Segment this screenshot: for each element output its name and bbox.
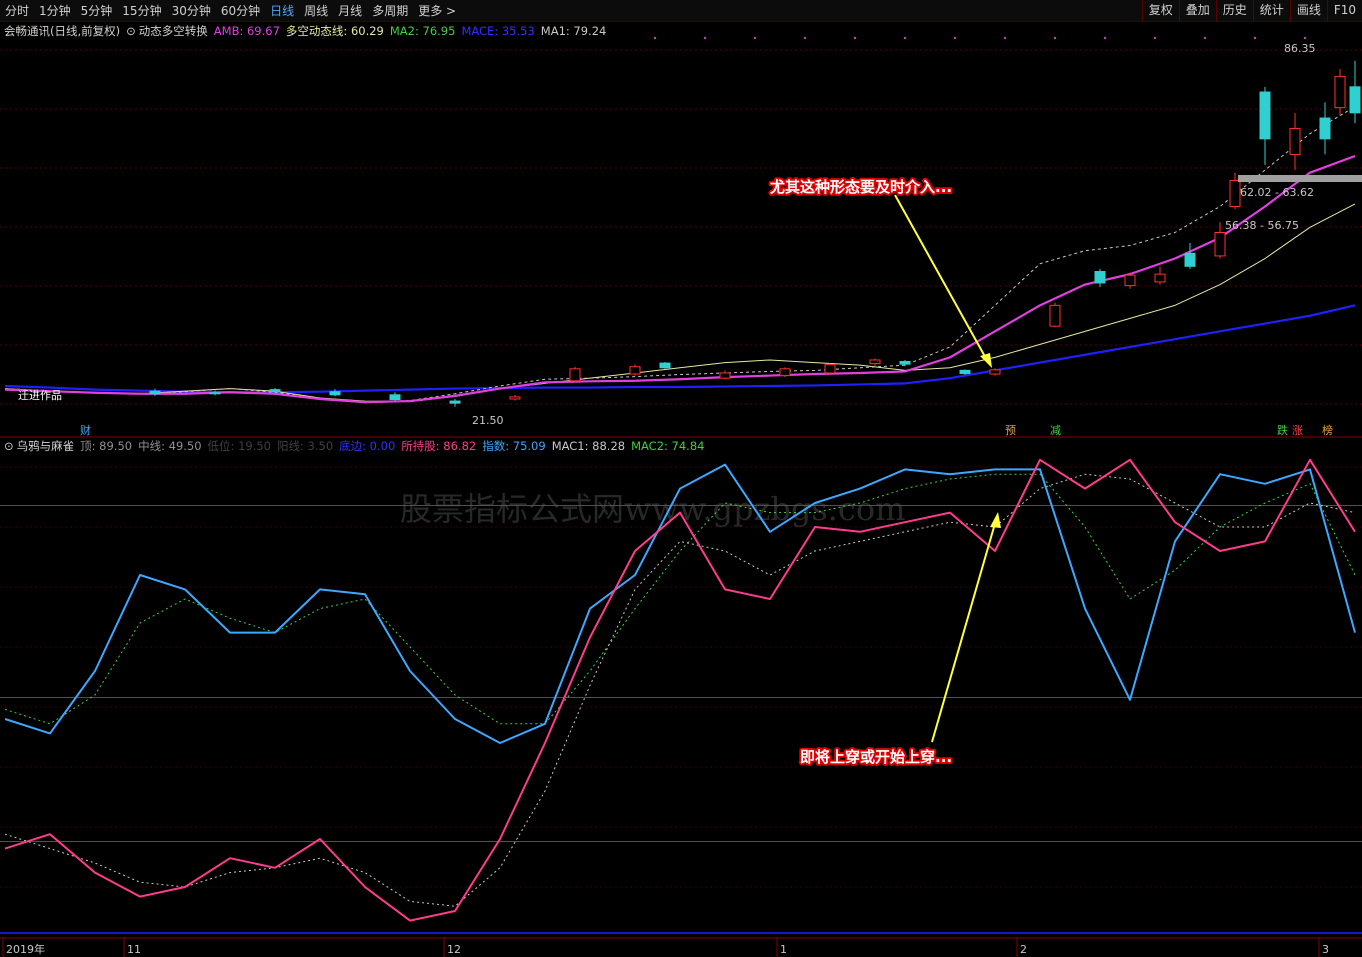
candle-body-15 (959, 369, 971, 374)
legend-item-3: 阳线: 3.50 (277, 439, 334, 453)
candle-body-27 (1334, 75, 1346, 109)
legend-item-5: 所持股: 86.82 (401, 439, 477, 453)
legend-item-0: 顶: 89.50 (80, 439, 133, 453)
series-MA1 (4, 106, 1356, 404)
candle-body-26 (1319, 117, 1331, 140)
arrow-bottom (931, 519, 997, 743)
candle-body-2 (269, 389, 281, 393)
low-price-label: 21.50 (472, 414, 504, 427)
candle-body-0 (149, 390, 161, 395)
candle-body-14 (899, 361, 911, 365)
signal-2: 减 (1050, 424, 1061, 437)
x-tick-label-0: 2019年 (6, 942, 45, 956)
signal-1: 预 (1005, 424, 1016, 437)
signal-3: 跌 (1277, 423, 1288, 437)
main-legend: 会畅通讯(日线,前复权) ⊙ 动态多空转换 AMB: 69.67 多空动态线: 6… (4, 23, 618, 39)
candle-body-19 (1124, 274, 1136, 287)
signal-4: 涨 (1292, 424, 1303, 437)
indicator-name[interactable]: 动态多空转换 (139, 23, 208, 39)
high-price-label: 86.35 (1284, 42, 1316, 55)
marker-dot (1303, 36, 1307, 40)
candle-body-16 (989, 369, 1001, 375)
x-tick-label-1: 11 (127, 943, 141, 956)
candle-body-4 (389, 394, 401, 401)
stock-title: 会畅通讯(日线,前复权) (4, 24, 121, 38)
marker-dot (1103, 36, 1107, 40)
candle-body-9 (659, 362, 671, 369)
candle-body-23 (1229, 179, 1241, 207)
candle-body-22 (1214, 232, 1226, 257)
marker-dot (653, 36, 657, 40)
candle-body-13 (869, 359, 881, 365)
marker-dot (1253, 36, 1257, 40)
candle-body-1 (209, 392, 221, 395)
legend-item-1: 多空动态线: 60.29 (285, 24, 384, 38)
candle-body-6 (509, 396, 521, 400)
sub-legend-items: 顶: 89.50 中线: 49.50 低位: 19.50 阳线: 3.50 底边: 0.… (80, 438, 710, 454)
x-tick-label-5: 3 (1322, 943, 1329, 956)
dropdown-icon[interactable]: ⊙ (126, 24, 136, 38)
chart-canvas: 股票指标公式网www.gpzbgs.com86.3521.5062.02 - 6… (0, 36, 1362, 957)
marker-dot (1153, 36, 1157, 40)
arrow-bottom-head (990, 512, 1001, 528)
series-所持股 (4, 458, 1356, 922)
candle-body-24 (1259, 91, 1271, 140)
signal-0: 财 (80, 423, 91, 437)
legend-item-1: 中线: 49.50 (138, 439, 202, 453)
candle-body-11 (779, 368, 791, 377)
candle-body-18 (1094, 271, 1106, 284)
sub-indicator-name[interactable]: 乌鸦与麻雀 (17, 438, 75, 454)
marker-dot (953, 36, 957, 40)
signal-5: 榜 (1322, 423, 1333, 437)
x-tick-label-4: 2 (1020, 943, 1027, 956)
range-bar (1238, 175, 1362, 182)
legend-item-2: MA2: 76.95 (389, 24, 456, 38)
marker-dot (1203, 36, 1207, 40)
range2-label: 56.38 - 56.75 (1225, 219, 1299, 232)
range1-label: 62.02 - 63.62 (1240, 186, 1314, 199)
candle-body-20 (1154, 273, 1166, 283)
candle-body-8 (629, 366, 641, 375)
x-tick-label-2: 12 (447, 943, 461, 956)
series-AMB (4, 154, 1356, 404)
legend-item-6: 指数: 75.09 (482, 439, 546, 453)
candle-body-28 (1349, 86, 1361, 114)
marker-dot (753, 36, 757, 40)
marker-dot (703, 36, 707, 40)
arrow-top (894, 194, 989, 363)
candle-body-10 (719, 372, 731, 379)
marker-dot (903, 36, 907, 40)
legend-item-4: 底边: 0.00 (339, 439, 396, 453)
candle-body-7 (569, 368, 581, 382)
series-多空动态线 (4, 203, 1356, 403)
candle-body-5 (449, 400, 461, 404)
legend-item-3: MACE: 35.53 (461, 24, 535, 38)
marker-dot (1053, 36, 1057, 40)
dropdown-icon[interactable]: ⊙ (4, 439, 14, 453)
sub-legend: ⊙ 乌鸦与麻雀 顶: 89.50 中线: 49.50 低位: 19.50 阳线: 3.… (4, 438, 716, 454)
legend-item-2: 低位: 19.50 (207, 439, 271, 453)
marker-dot (853, 36, 857, 40)
legend-item-8: MAC2: 74.84 (631, 439, 705, 453)
candle-body-3 (329, 391, 341, 396)
candle-body-25 (1289, 127, 1301, 155)
legend-item-0: AMB: 69.67 (213, 24, 280, 38)
left-note-label: 迁进作品 (18, 389, 62, 402)
marker-dot (803, 36, 807, 40)
marker-dot (1003, 36, 1007, 40)
annotation-top: 尤其这种形态要及时介入... (770, 178, 952, 196)
legend-item-7: MAC1: 88.28 (551, 439, 626, 453)
candle-body-17 (1049, 304, 1061, 327)
main-legend-items: AMB: 69.67 多空动态线: 60.29 MA2: 76.95 MACE: 35… (214, 23, 613, 39)
x-tick-label-3: 1 (780, 943, 787, 956)
annotation-bottom: 即将上穿或开始上穿... (800, 748, 952, 766)
candle-body-21 (1184, 252, 1196, 267)
legend-item-4: MA1: 79.24 (540, 24, 607, 38)
candle-body-12 (824, 364, 836, 374)
